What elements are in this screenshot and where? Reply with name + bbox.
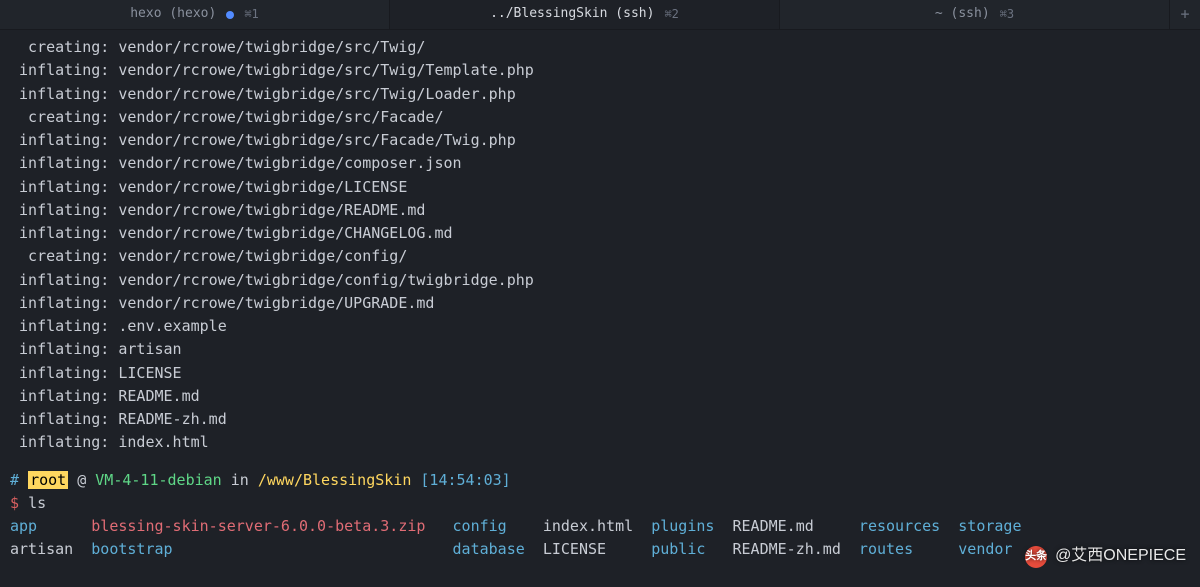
prompt-path: /www/BlessingSkin: [258, 471, 412, 489]
ls-item: routes: [859, 538, 958, 561]
ls-item: blessing-skin-server-6.0.0-beta.3.zip: [91, 515, 452, 538]
output-line: creating: vendor/rcrowe/twigbridge/src/T…: [10, 36, 1190, 59]
output-line: inflating: vendor/rcrowe/twigbridge/UPGR…: [10, 292, 1190, 315]
output-line: inflating: vendor/rcrowe/twigbridge/src/…: [10, 59, 1190, 82]
ls-item: config: [453, 515, 543, 538]
output-line: inflating: vendor/rcrowe/twigbridge/LICE…: [10, 176, 1190, 199]
ls-item: storage: [958, 515, 1030, 538]
tab-shortcut: ⌘3: [1000, 5, 1014, 24]
tab-title: ~ (ssh): [935, 4, 990, 24]
output-line: inflating: .env.example: [10, 315, 1190, 338]
ls-row: artisan bootstrap database LICENSE publi…: [10, 538, 1190, 561]
command-text: ls: [28, 494, 46, 512]
watermark-text: @艾西ONEPIECE: [1055, 544, 1186, 569]
ls-item: README-zh.md: [732, 538, 858, 561]
ls-item: README.md: [732, 515, 858, 538]
ls-item: database: [453, 538, 543, 561]
ls-output: app blessing-skin-server-6.0.0-beta.3.zi…: [10, 515, 1190, 562]
modified-dot-icon: [226, 11, 234, 19]
output-line: inflating: LICENSE: [10, 362, 1190, 385]
watermark: 头条 @艾西ONEPIECE: [1025, 544, 1186, 569]
ls-item: public: [651, 538, 732, 561]
ls-item: artisan: [10, 538, 91, 561]
ls-item: vendor: [958, 538, 1030, 561]
tab-1[interactable]: hexo (hexo) ⌘1: [0, 0, 390, 29]
prompt-dollar: $: [10, 494, 19, 512]
command-line: $ ls: [10, 492, 1190, 515]
new-tab-button[interactable]: +: [1170, 0, 1200, 29]
ls-row: app blessing-skin-server-6.0.0-beta.3.zi…: [10, 515, 1190, 538]
output-line: inflating: artisan: [10, 338, 1190, 361]
tab-shortcut: ⌘1: [244, 5, 258, 24]
output-line: inflating: README.md: [10, 385, 1190, 408]
prompt-host: VM-4-11-debian: [95, 471, 221, 489]
tab-title: ../BlessingSkin (ssh): [490, 4, 654, 24]
output-line: inflating: vendor/rcrowe/twigbridge/src/…: [10, 83, 1190, 106]
tab-title: hexo (hexo): [130, 4, 216, 24]
ls-item: plugins: [651, 515, 732, 538]
watermark-icon: 头条: [1025, 546, 1047, 568]
prompt-user: root: [28, 471, 68, 489]
output-line: inflating: vendor/rcrowe/twigbridge/READ…: [10, 199, 1190, 222]
terminal-viewport[interactable]: creating: vendor/rcrowe/twigbridge/src/T…: [0, 30, 1200, 568]
output-line: inflating: vendor/rcrowe/twigbridge/CHAN…: [10, 222, 1190, 245]
output-line: creating: vendor/rcrowe/twigbridge/confi…: [10, 245, 1190, 268]
output-line: inflating: vendor/rcrowe/twigbridge/comp…: [10, 152, 1190, 175]
output-line: inflating: vendor/rcrowe/twigbridge/conf…: [10, 269, 1190, 292]
tab-2[interactable]: ../BlessingSkin (ssh) ⌘2: [390, 0, 780, 29]
prompt-in: in: [231, 471, 249, 489]
terminal-output: creating: vendor/rcrowe/twigbridge/src/T…: [10, 36, 1190, 455]
ls-item: app: [10, 515, 91, 538]
prompt-hash: #: [10, 471, 19, 489]
output-line: inflating: index.html: [10, 431, 1190, 454]
tab-shortcut: ⌘2: [664, 5, 678, 24]
prompt-time: [14:54:03]: [420, 471, 510, 489]
output-line: inflating: README-zh.md: [10, 408, 1190, 431]
ls-item: bootstrap: [91, 538, 452, 561]
prompt-line: # root @ VM-4-11-debian in /www/Blessing…: [10, 469, 1190, 492]
output-line: creating: vendor/rcrowe/twigbridge/src/F…: [10, 106, 1190, 129]
tab-bar: hexo (hexo) ⌘1 ../BlessingSkin (ssh) ⌘2 …: [0, 0, 1200, 30]
prompt-at: @: [77, 471, 86, 489]
output-line: inflating: vendor/rcrowe/twigbridge/src/…: [10, 129, 1190, 152]
ls-item: resources: [859, 515, 958, 538]
tab-3[interactable]: ~ (ssh) ⌘3: [780, 0, 1170, 29]
ls-item: index.html: [543, 515, 651, 538]
plus-icon: +: [1180, 3, 1189, 26]
ls-item: LICENSE: [543, 538, 651, 561]
